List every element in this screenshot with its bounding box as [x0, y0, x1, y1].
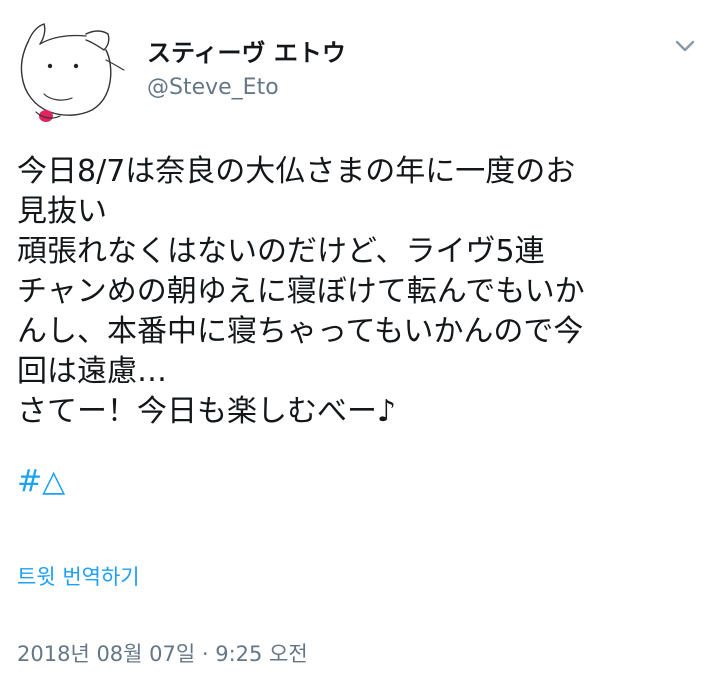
tweet-card: スティーヴ エトウ @Steve_Eto 今日8/7は奈良の大仏さまの年に一度の…: [0, 0, 720, 687]
translate-tweet-link[interactable]: 트윗 번역하기: [17, 563, 140, 591]
display-name[interactable]: スティーヴ エトウ: [147, 38, 346, 68]
tweet-line: チャンめの朝ゆえに寝ぼけて転んでもいか: [17, 274, 585, 309]
tweet-line: 今日8/7は奈良の大仏さまの年に一度のお: [17, 154, 576, 189]
tweet-line: 頑張れなくはないのだけど、ライヴ5連: [17, 234, 545, 269]
tweet-line: 回は遠慮…: [17, 354, 167, 389]
tweet-menu-button[interactable]: [670, 34, 700, 58]
tweet-text: 今日8/7は奈良の大仏さまの年に一度のお 見抜い 頑張れなくはないのだけど、ライ…: [17, 152, 707, 432]
chevron-down-icon: [675, 40, 695, 52]
tweet-line: んし、本番中に寝ちゃってもいかんので今: [17, 314, 584, 349]
tweet-timestamp: 2018년 08월 07일 · 9:25 오전: [17, 642, 308, 666]
dog-drawing-icon: [20, 23, 125, 122]
avatar[interactable]: [14, 20, 126, 128]
hashtag-link[interactable]: #△: [17, 462, 65, 502]
tweet-line: さてー！今日も楽しむべー♪: [17, 394, 397, 429]
user-handle[interactable]: @Steve_Eto: [147, 73, 279, 103]
tweet-line: 見抜い: [17, 194, 107, 229]
